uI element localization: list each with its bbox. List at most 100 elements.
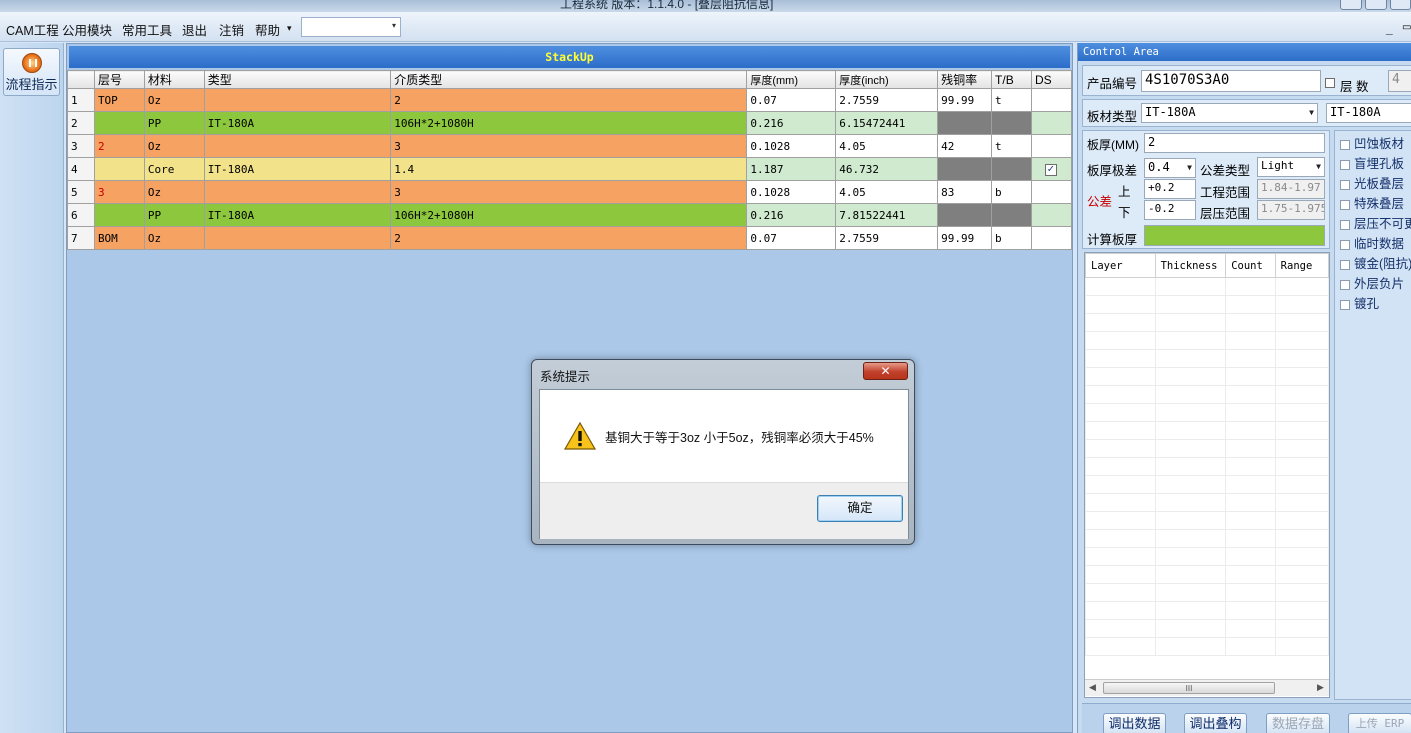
board-type-field-2[interactable]: IT-180A bbox=[1326, 103, 1411, 123]
cell-ds[interactable] bbox=[1030, 226, 1073, 250]
stackup-row[interactable]: 2 PP IT-180A 106H*2+1080H 0.216 6.15472441 bbox=[67, 111, 1073, 135]
menu-overflow-icon[interactable]: ▾ bbox=[287, 23, 292, 34]
corner-cell[interactable] bbox=[67, 70, 95, 89]
cell-dielectric[interactable]: 1.4 bbox=[390, 157, 748, 181]
stackup-row[interactable]: 4 Core IT-180A 1.4 1.187 46.732 bbox=[67, 157, 1073, 181]
thickness-col-header[interactable]: Thickness bbox=[1154, 253, 1227, 278]
cell-dielectric[interactable]: 2 bbox=[390, 226, 748, 250]
cell-ds[interactable] bbox=[1030, 134, 1073, 158]
cell-type[interactable] bbox=[203, 134, 392, 158]
cell-thickness-inch[interactable]: 6.15472441 bbox=[835, 111, 939, 135]
ds-checkbox[interactable] bbox=[1045, 162, 1058, 176]
cell-copper-rate[interactable] bbox=[937, 111, 993, 135]
cell-type[interactable] bbox=[203, 180, 392, 204]
checkbox[interactable] bbox=[1340, 279, 1350, 290]
cell-type[interactable] bbox=[203, 88, 392, 112]
cell-thickness-mm[interactable]: 0.07 bbox=[746, 88, 837, 112]
row-number[interactable]: 4 bbox=[67, 157, 95, 181]
cell-type[interactable]: IT-180A bbox=[203, 203, 392, 227]
stackup-row[interactable]: 6 PP IT-180A 106H*2+1080H 0.216 7.81522441 bbox=[67, 203, 1073, 227]
cell-thickness-inch[interactable]: 4.05 bbox=[835, 134, 939, 158]
load-data-button[interactable]: 调出数据 bbox=[1103, 713, 1166, 733]
cell-type[interactable]: IT-180A bbox=[203, 111, 392, 135]
dialog-close-button[interactable]: ✕ bbox=[863, 362, 908, 380]
stackup-row[interactable]: 7 BOM Oz 2 0.07 2.7559 99.99 b bbox=[67, 226, 1073, 250]
checkbox[interactable] bbox=[1340, 179, 1350, 190]
checkbox[interactable] bbox=[1340, 299, 1350, 310]
row-number[interactable]: 2 bbox=[67, 111, 95, 135]
stackup-row[interactable]: 3 2 Oz 3 0.1028 4.05 42 t bbox=[67, 134, 1073, 158]
cell-layer[interactable] bbox=[93, 157, 145, 181]
cell-copper-rate[interactable]: 99.99 bbox=[937, 226, 993, 250]
tolerance-type-select[interactable]: Light ▼ bbox=[1257, 157, 1325, 177]
count-col-header[interactable]: Count bbox=[1225, 253, 1276, 278]
range-col-header[interactable]: Range bbox=[1274, 253, 1329, 278]
cell-dielectric[interactable]: 3 bbox=[390, 134, 748, 158]
cell-tb[interactable]: t bbox=[991, 88, 1032, 112]
cell-thickness-mm[interactable]: 0.1028 bbox=[746, 180, 837, 204]
mdi-minimize-icon[interactable]: _ bbox=[1386, 22, 1393, 36]
cell-layer[interactable]: 3 bbox=[93, 180, 145, 204]
cell-thickness-inch[interactable]: 2.7559 bbox=[835, 226, 939, 250]
cell-material[interactable]: Oz bbox=[143, 88, 205, 112]
col-header-copper-rate[interactable]: 残铜率 bbox=[937, 70, 993, 89]
cell-copper-rate[interactable] bbox=[937, 203, 993, 227]
cell-type[interactable] bbox=[203, 226, 392, 250]
layers-field[interactable]: 4 bbox=[1388, 70, 1411, 92]
cell-tb[interactable]: t bbox=[991, 134, 1032, 158]
checkbox[interactable] bbox=[1340, 139, 1350, 150]
col-header-material[interactable]: 材料 bbox=[143, 70, 205, 89]
cell-ds[interactable] bbox=[1030, 157, 1073, 181]
cell-dielectric[interactable]: 106H*2+1080H bbox=[390, 111, 748, 135]
stackup-row[interactable]: 1 TOP Oz 2 0.07 2.7559 99.99 t bbox=[67, 88, 1073, 112]
load-stackup-button[interactable]: 调出叠构 bbox=[1184, 713, 1247, 733]
cell-thickness-mm[interactable]: 0.1028 bbox=[746, 134, 837, 158]
product-no-field[interactable]: 4S1070S3A0 bbox=[1141, 70, 1321, 92]
checkbox[interactable] bbox=[1340, 259, 1350, 270]
cell-layer[interactable] bbox=[93, 203, 145, 227]
menu-cam[interactable]: CAM工程 bbox=[6, 20, 59, 39]
upper-tolerance-field[interactable]: +0.2 bbox=[1144, 179, 1196, 199]
close-window-button[interactable] bbox=[1390, 0, 1411, 10]
cell-tb[interactable] bbox=[991, 157, 1032, 181]
cell-material[interactable]: Oz bbox=[143, 180, 205, 204]
row-number[interactable]: 1 bbox=[67, 88, 95, 112]
col-header-thickness-inch[interactable]: 厚度(inch) bbox=[835, 70, 939, 89]
checkbox[interactable] bbox=[1340, 219, 1350, 230]
save-data-button[interactable]: 数据存盘 bbox=[1266, 713, 1330, 733]
cell-dielectric[interactable]: 106H*2+1080H bbox=[390, 203, 748, 227]
cell-dielectric[interactable]: 2 bbox=[390, 88, 748, 112]
maximize-button[interactable] bbox=[1365, 0, 1387, 10]
layer-col-header[interactable]: Layer bbox=[1085, 253, 1156, 278]
cell-layer[interactable]: 2 bbox=[93, 134, 145, 158]
cell-material[interactable]: PP bbox=[143, 111, 205, 135]
cell-type[interactable]: IT-180A bbox=[203, 157, 392, 181]
col-header-ds[interactable]: DS bbox=[1030, 70, 1073, 89]
cell-ds[interactable] bbox=[1030, 180, 1073, 204]
thickness-tolerance-select[interactable]: 0.4 ▼ bbox=[1144, 158, 1196, 178]
cell-material[interactable]: Oz bbox=[143, 134, 205, 158]
cell-ds[interactable] bbox=[1030, 88, 1073, 112]
row-number[interactable]: 5 bbox=[67, 180, 95, 204]
option-checkbox-item[interactable]: 镀孔 bbox=[1340, 293, 1379, 312]
col-header-layer[interactable]: 层号 bbox=[93, 70, 145, 89]
upload-erp-button[interactable]: 上传 ERP bbox=[1348, 713, 1411, 733]
mdi-restore-icon[interactable]: ▭ bbox=[1402, 22, 1411, 33]
lower-tolerance-field[interactable]: -0.2 bbox=[1144, 200, 1196, 220]
cell-material[interactable]: Core bbox=[143, 157, 205, 181]
col-header-dielectric[interactable]: 介质类型 bbox=[390, 70, 748, 89]
col-header-thickness-mm[interactable]: 厚度(mm) bbox=[746, 70, 837, 89]
option-checkbox-item[interactable]: 临时数据 bbox=[1340, 233, 1404, 252]
cell-thickness-inch[interactable]: 2.7559 bbox=[835, 88, 939, 112]
cell-copper-rate[interactable]: 83 bbox=[937, 180, 993, 204]
flow-indicator-button[interactable]: 流程指示 bbox=[3, 48, 60, 96]
option-checkbox-item[interactable]: 镀金(阻抗) bbox=[1340, 253, 1411, 272]
cell-thickness-mm[interactable]: 1.187 bbox=[746, 157, 837, 181]
option-checkbox-item[interactable]: 凹蚀板材 bbox=[1340, 133, 1404, 152]
cell-thickness-inch[interactable]: 7.81522441 bbox=[835, 203, 939, 227]
cell-layer[interactable]: TOP bbox=[93, 88, 145, 112]
ok-button[interactable]: 确定 bbox=[817, 495, 903, 522]
menu-common-modules[interactable]: 公用模块 bbox=[62, 20, 112, 39]
cell-tb[interactable]: b bbox=[991, 180, 1032, 204]
menu-tools[interactable]: 常用工具 bbox=[122, 20, 172, 39]
